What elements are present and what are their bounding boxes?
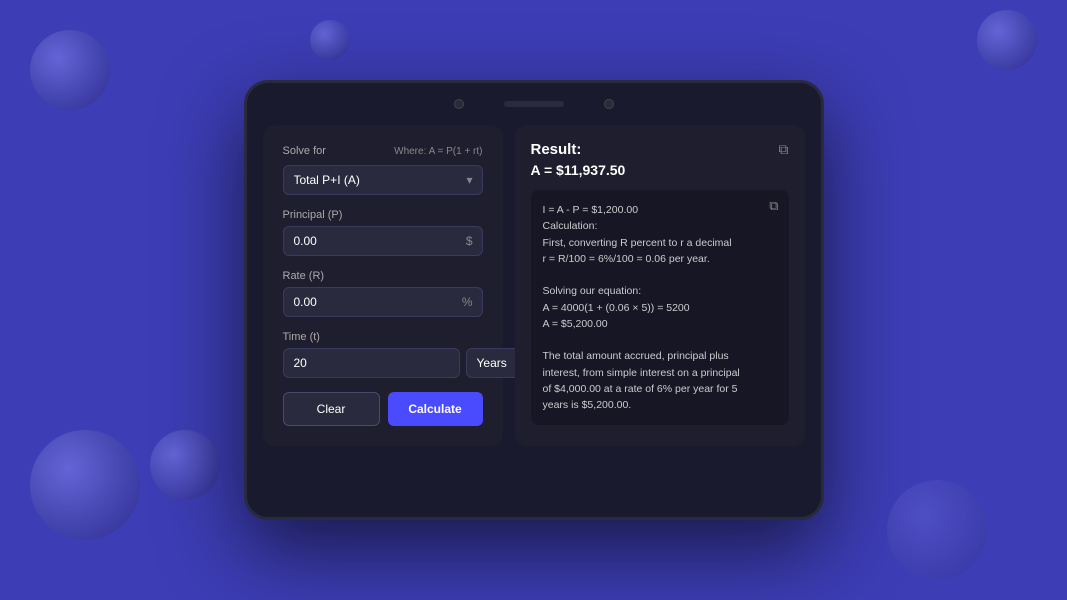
detail-line3: First, converting R percent to r a decim… — [543, 237, 732, 249]
copy-result-icon[interactable]: ⧉ — [779, 141, 789, 158]
detail-line1: I = A - P = $1,200.00 — [543, 204, 639, 216]
detail-line12: of $4,000.00 at a rate of 6% per year fo… — [543, 383, 738, 395]
tablet-camera-right — [604, 99, 614, 109]
rate-label: Rate (R) — [283, 270, 483, 282]
detail-line13: years is $5,200.00. — [543, 399, 632, 411]
decorative-sphere-5 — [150, 430, 220, 500]
tablet-device: Solve for Where: A = P(1 + rt) Total P+I… — [244, 80, 824, 520]
solve-for-label: Solve for — [283, 145, 326, 157]
decorative-sphere-3 — [977, 10, 1037, 70]
principal-wrapper: $ — [283, 226, 483, 256]
time-label: Time (t) — [283, 331, 483, 343]
result-title: Result: — [531, 141, 582, 158]
detail-line8: A = $5,200.00 — [543, 318, 608, 330]
rate-wrapper: % — [283, 287, 483, 317]
calculate-button[interactable]: Calculate — [388, 392, 483, 426]
calculator-panel: Solve for Where: A = P(1 + rt) Total P+I… — [263, 125, 503, 446]
detail-line6: Solving our equation: — [543, 285, 642, 297]
time-wrapper: Years Months Days ▾ — [283, 348, 483, 378]
rate-suffix-icon: % — [462, 295, 473, 309]
decorative-sphere-4 — [30, 430, 140, 540]
decorative-sphere-1 — [30, 30, 110, 110]
solve-for-header: Solve for Where: A = P(1 + rt) — [283, 145, 483, 157]
detail-line7: A = 4000(1 + (0.06 × 5)) = 5200 — [543, 302, 690, 314]
detail-line10: The total amount accrued, principal plus — [543, 350, 729, 362]
result-panel: Result: ⧉ A = $11,937.50 ⧉ I = A - P = $… — [515, 125, 805, 446]
solve-for-wrapper: Total P+I (A) Principal (P) Rate (R) Tim… — [283, 165, 483, 195]
decorative-sphere-2 — [310, 20, 350, 60]
time-input[interactable] — [283, 348, 460, 378]
decorative-sphere-6 — [887, 480, 987, 580]
copy-details-icon[interactable]: ⧉ — [769, 198, 778, 214]
tablet-camera — [454, 99, 464, 109]
detail-line2: Calculation: — [543, 220, 598, 232]
result-value: A = $11,937.50 — [531, 162, 789, 178]
clear-button[interactable]: Clear — [283, 392, 380, 426]
principal-suffix-icon: $ — [466, 234, 473, 248]
solve-for-select[interactable]: Total P+I (A) Principal (P) Rate (R) Tim… — [283, 165, 483, 195]
principal-label: Principal (P) — [283, 209, 483, 221]
button-row: Clear Calculate — [283, 392, 483, 426]
formula-text: Where: A = P(1 + rt) — [394, 146, 482, 157]
result-detail-text: I = A - P = $1,200.00 Calculation: First… — [543, 202, 777, 413]
rate-input[interactable] — [283, 287, 483, 317]
result-details-box: ⧉ I = A - P = $1,200.00 Calculation: Fir… — [531, 190, 789, 425]
principal-input[interactable] — [283, 226, 483, 256]
tablet-content: Solve for Where: A = P(1 + rt) Total P+I… — [259, 117, 809, 450]
tablet-speaker — [504, 101, 564, 107]
result-header: Result: ⧉ — [531, 141, 789, 158]
tablet-top-bar — [259, 95, 809, 117]
detail-line4: r = R/100 = 6%/100 = 0.06 per year. — [543, 253, 710, 265]
detail-line11: interest, from simple interest on a prin… — [543, 367, 740, 379]
